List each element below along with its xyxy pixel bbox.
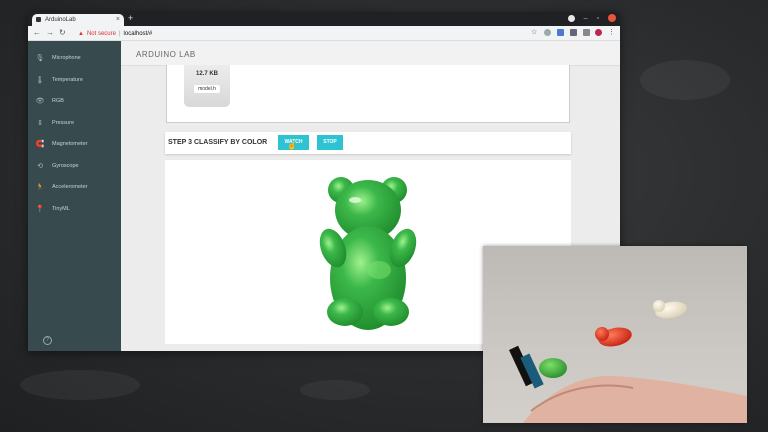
- sidebar-item-gyroscope[interactable]: ⟲ Gyroscope: [28, 159, 121, 173]
- browser-tab[interactable]: ArduinoLab ×: [32, 14, 124, 26]
- sidebar-item-accelerometer[interactable]: 🏃 Accelerometer: [28, 180, 121, 194]
- star-icon[interactable]: ☆: [531, 28, 537, 36]
- security-label: Not secure: [86, 30, 116, 37]
- sidebar-item-label: Accelerometer: [52, 184, 88, 190]
- sidebar-item-label: Magnetometer: [52, 141, 88, 147]
- gyroscope-icon: ⟲: [37, 162, 43, 170]
- close-tab-icon[interactable]: ×: [116, 16, 120, 23]
- sidebar-item-label: Microphone: [52, 55, 81, 61]
- magnet-icon: 🧲: [35, 141, 45, 148]
- white-gummy-bear-icon: [653, 300, 687, 319]
- sidebar-item-label: RGB: [52, 98, 64, 104]
- extension-icon[interactable]: [544, 29, 551, 36]
- sidebar-item-magnetometer[interactable]: 🧲 Magnetometer: [28, 137, 121, 151]
- sidebar-item-label: Temperature: [52, 76, 83, 83]
- gummy-bear-icon: [319, 177, 417, 330]
- favicon-icon: [36, 17, 41, 22]
- arduino-board-icon: [509, 345, 544, 389]
- model-file-tile[interactable]: 12.7 KB model.h: [184, 65, 230, 107]
- page-title: ARDUINO LAB: [121, 41, 620, 66]
- reload-button[interactable]: ↻: [59, 28, 66, 37]
- step-title: STEP 3 CLASSIFY BY COLOR: [168, 139, 268, 146]
- profile-avatar[interactable]: [595, 29, 602, 36]
- forward-button[interactable]: →: [46, 28, 54, 37]
- webcam-inset: [483, 246, 747, 423]
- red-gummy-bear-icon: [595, 327, 632, 347]
- sidebar-item-label: Gyroscope: [52, 162, 79, 169]
- hand-image: [523, 375, 747, 423]
- url-field[interactable]: ▲ Not secure | localhost/#: [78, 29, 518, 38]
- window-controls: – ▫: [567, 14, 616, 22]
- profile-dot-icon[interactable]: [567, 14, 575, 22]
- background-smudge: [20, 370, 140, 400]
- file-name: model.h: [194, 85, 220, 93]
- microphone-icon: 🎙: [35, 55, 45, 62]
- green-gummy-bear-icon: [539, 358, 567, 378]
- extension-icon[interactable]: [570, 29, 577, 36]
- location-pin-icon: 📍: [35, 205, 45, 213]
- step-bar: STEP 3 CLASSIFY BY COLOR WATCH STOP ☝: [165, 132, 571, 154]
- warning-icon: ▲: [78, 30, 84, 37]
- webcam-photo: [509, 300, 747, 423]
- sidebar-item-label: Pressure: [52, 119, 75, 126]
- sidebar-item-microphone[interactable]: 🎙 Microphone: [28, 51, 121, 65]
- menu-kebab-icon[interactable]: ⋮: [608, 28, 615, 36]
- url-separator: |: [118, 30, 121, 37]
- model-card: 12.7 KB model.h: [166, 65, 570, 123]
- minimize-button[interactable]: –: [584, 15, 588, 22]
- extension-icon[interactable]: [583, 29, 590, 36]
- sidebar-item-temperature[interactable]: 🌡 Temperature: [28, 73, 121, 87]
- help-icon[interactable]: ?: [43, 336, 52, 345]
- sidebar-item-label: TinyML: [52, 205, 70, 212]
- eye-icon: 👁: [35, 98, 45, 105]
- sidebar-item-pressure[interactable]: ⇕ Pressure: [28, 116, 121, 130]
- tab-strip: ArduinoLab × + – ▫: [28, 12, 620, 26]
- runner-icon: 🏃: [35, 184, 45, 191]
- sidebar: ? 🎙 Microphone 🌡 Temperature 👁 RGB ⇕ Pressure 🧲 M…: [28, 41, 121, 351]
- url-text: localhost/#: [123, 30, 153, 37]
- maximize-button[interactable]: ▫: [597, 15, 599, 22]
- pressure-icon: ⇕: [37, 119, 43, 127]
- new-tab-button[interactable]: +: [128, 13, 133, 23]
- stop-button[interactable]: STOP: [317, 135, 343, 150]
- back-button[interactable]: ←: [33, 28, 41, 37]
- background-smudge: [300, 380, 370, 400]
- file-size: 12.7 KB: [195, 71, 218, 77]
- tab-title: ArduinoLab: [45, 17, 76, 23]
- address-bar: ← → ↻ ▲ Not secure | localhost/# ☆ ⋮: [28, 26, 620, 41]
- extension-icon[interactable]: [557, 29, 564, 36]
- close-window-button[interactable]: [608, 14, 616, 22]
- sidebar-item-rgb[interactable]: 👁 RGB: [28, 94, 121, 108]
- mouse-cursor: ☝: [287, 141, 297, 150]
- sidebar-item-tinyml[interactable]: 📍 TinyML: [28, 202, 121, 216]
- background-smudge: [640, 60, 730, 100]
- thermometer-icon: 🌡: [35, 76, 45, 84]
